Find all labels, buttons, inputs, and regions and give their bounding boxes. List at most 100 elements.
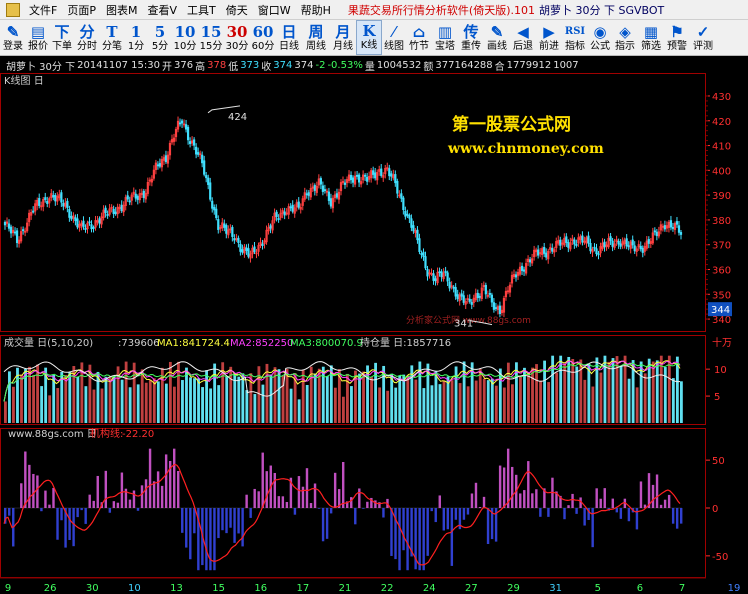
volume-bar bbox=[241, 373, 245, 423]
menu-help[interactable]: 帮助H bbox=[296, 2, 336, 18]
indicator-bar bbox=[20, 483, 23, 508]
toolbar-button-7[interactable]: 10 10分 bbox=[172, 20, 198, 55]
candle-body bbox=[460, 293, 463, 297]
volume-axis: 10 5 bbox=[706, 365, 727, 403]
toolbar-button-25[interactable]: ▦ 筛选 bbox=[638, 20, 664, 55]
toolbar-label-20: 后退 bbox=[513, 41, 533, 52]
candle-body bbox=[567, 242, 570, 248]
indicator-bar bbox=[245, 494, 248, 508]
toolbar-button-8[interactable]: 15 15分 bbox=[198, 20, 224, 55]
volume-bar bbox=[100, 388, 104, 423]
toolbar-button-27[interactable]: ✓ 评测 bbox=[690, 20, 716, 55]
menu-yitian[interactable]: 倚天 bbox=[221, 2, 253, 18]
indicator-bar bbox=[527, 461, 530, 508]
indicator-bar bbox=[136, 508, 140, 511]
menu-page[interactable]: 页面P bbox=[62, 2, 101, 18]
volume-bar bbox=[104, 376, 108, 423]
toolbar-button-9[interactable]: 30 30分 bbox=[224, 20, 250, 55]
indicator-bar bbox=[164, 454, 168, 508]
candle-body bbox=[217, 219, 220, 230]
menu-file[interactable]: 文件F bbox=[24, 2, 62, 18]
candle-body bbox=[307, 192, 310, 196]
toolbar-button-19[interactable]: ✎ 画线 bbox=[484, 20, 510, 55]
volume-bar bbox=[531, 367, 534, 423]
menu-tools[interactable]: 工具T bbox=[182, 2, 221, 18]
volume-bar bbox=[64, 375, 68, 423]
toolbar-button-20[interactable]: ◀ 后退 bbox=[510, 20, 536, 55]
candle-body bbox=[631, 239, 634, 246]
toolbar-icon-7: 10 bbox=[174, 23, 196, 41]
toolbar-button-26[interactable]: ⚑ 预警 bbox=[664, 20, 690, 55]
toolbar-button-23[interactable]: ◉ 公式 bbox=[588, 20, 612, 55]
indicator-bar bbox=[120, 472, 124, 508]
toolbar-button-16[interactable]: ⌂ 竹节 bbox=[406, 20, 432, 55]
toolbar-button-21[interactable]: ▶ 前进 bbox=[536, 20, 562, 55]
candle-body bbox=[589, 242, 592, 252]
info-symbol: 胡萝卜 30分 下 bbox=[6, 61, 76, 73]
volume-bar bbox=[84, 386, 88, 423]
candle-body bbox=[364, 174, 367, 177]
candle-body bbox=[520, 265, 524, 271]
volume-bar bbox=[197, 378, 200, 423]
volume-bar bbox=[370, 377, 373, 423]
menu-chart[interactable]: 图表M bbox=[101, 2, 143, 18]
toolbar-button-5[interactable]: 1 1分 bbox=[124, 20, 148, 55]
indicator-bar bbox=[72, 508, 75, 547]
toolbar-button-0[interactable]: ✎ 登录 bbox=[0, 20, 26, 55]
toolbar-button-12[interactable]: 周周线 bbox=[302, 20, 330, 55]
indicator-bar bbox=[671, 508, 675, 524]
toolbar-button-13[interactable]: 月月线 bbox=[330, 20, 356, 55]
date-tick-label: 6 bbox=[637, 583, 643, 594]
candle-body bbox=[609, 236, 612, 241]
toolbar-button-18[interactable]: 传重传 bbox=[458, 20, 484, 55]
indicator-bar bbox=[466, 508, 470, 515]
toolbar-label-18: 重传 bbox=[461, 41, 481, 52]
candle-body bbox=[104, 207, 107, 214]
volume-bar bbox=[40, 386, 44, 423]
watermark-title: 第一股票公式网 bbox=[452, 114, 571, 135]
volume-bar bbox=[28, 366, 31, 423]
price-tick-label: 410 bbox=[712, 142, 731, 153]
volume-bar bbox=[671, 378, 675, 423]
indicator-bar bbox=[285, 501, 289, 508]
volume-bar bbox=[547, 382, 551, 423]
toolbar-button-2[interactable]: 下下单 bbox=[50, 20, 74, 55]
volume-bar bbox=[120, 379, 124, 423]
window-title: 果蔬交易所行情分析软件(倚天版).101 bbox=[347, 3, 535, 17]
indicator-value: -22.20 bbox=[122, 429, 154, 440]
candle-body bbox=[492, 302, 495, 310]
toolbar-button-3[interactable]: 分分时 bbox=[74, 20, 100, 55]
indicator-bar bbox=[160, 485, 164, 508]
indicator-bar bbox=[281, 496, 285, 508]
toolbar-button-24[interactable]: ◈ 指示 bbox=[612, 20, 638, 55]
toolbar-button-4[interactable]: T 分笔 bbox=[100, 20, 124, 55]
toolbar-icon-8: 15 bbox=[200, 23, 222, 41]
menu-view[interactable]: 查看V bbox=[142, 2, 182, 18]
toolbar-icon-21: ▶ bbox=[543, 23, 555, 41]
menu-window[interactable]: 窗口W bbox=[253, 2, 296, 18]
toolbar-button-22[interactable]: RSI 指标 bbox=[562, 20, 588, 55]
volume-bar bbox=[261, 384, 265, 423]
indicator-bar bbox=[241, 508, 244, 547]
toolbar-button-14[interactable]: K K线 bbox=[356, 20, 382, 55]
volume-bar bbox=[442, 380, 446, 423]
toolbar-button-10[interactable]: 60 60分 bbox=[250, 20, 276, 55]
toolbar-button-15[interactable]: ⁄ 线图 bbox=[382, 20, 406, 55]
date-tick-label: 10 bbox=[128, 583, 141, 594]
toolbar-button-17[interactable]: ▥ 宝塔 bbox=[432, 20, 458, 55]
toolbar-icon-20: ◀ bbox=[517, 23, 529, 41]
volume-bar bbox=[140, 369, 144, 423]
candle-body bbox=[448, 281, 451, 289]
volume-bar bbox=[92, 389, 96, 423]
toolbar-icon-5: 1 bbox=[130, 23, 142, 41]
chart-area[interactable]: K线图 日 第一股票公式网 www.chnmoney.com 分析家公式网 ww… bbox=[0, 73, 748, 594]
info-low: 373 bbox=[240, 59, 260, 71]
volume-bar bbox=[462, 361, 466, 423]
indicator-bar bbox=[217, 508, 220, 539]
candle-body bbox=[426, 268, 429, 277]
toolbar-button-1[interactable]: ▤ 报价 bbox=[26, 20, 50, 55]
toolbar-button-6[interactable]: 5 5分 bbox=[148, 20, 172, 55]
toolbar-button-11[interactable]: 日日线 bbox=[276, 20, 302, 55]
indicator-bar bbox=[426, 508, 429, 556]
toolbar-label-23: 公式 bbox=[590, 41, 610, 52]
